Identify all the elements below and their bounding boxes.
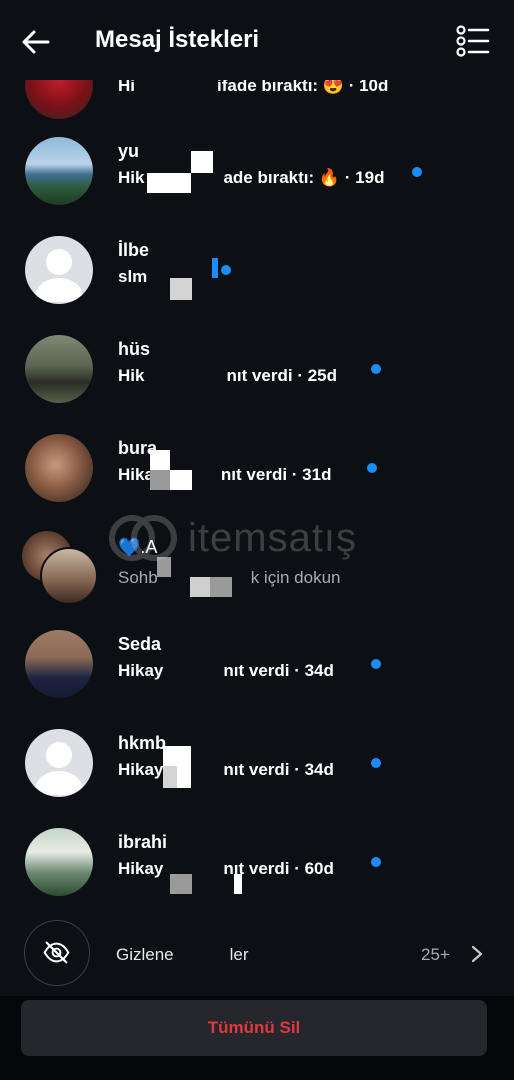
- avatar-group-front: [40, 547, 98, 605]
- avatar: [25, 828, 93, 896]
- unread-dot: [221, 265, 231, 275]
- list-item[interactable]: ibrahi Hikay nıt verdi · 60d: [0, 812, 514, 911]
- sender-name: Seda: [118, 634, 162, 654]
- hidden-requests-row[interactable]: Gizlene ler 25+: [0, 905, 514, 1000]
- redaction-patch: [157, 557, 171, 577]
- redaction-patch: [177, 766, 191, 788]
- sender-name: yu: [118, 141, 140, 161]
- unread-dot: [371, 659, 381, 669]
- message-preview: Hikay nıt verdi · 34d: [118, 661, 334, 680]
- sender-name: hüs: [118, 339, 151, 359]
- avatar: [25, 236, 93, 304]
- redaction-patch: [170, 470, 192, 490]
- avatar: [25, 434, 93, 502]
- redaction-patch: [212, 258, 218, 278]
- redaction-patch: [150, 470, 170, 490]
- redaction-patch: [147, 173, 191, 193]
- redaction-patch: [170, 278, 192, 300]
- redaction-patch: [170, 874, 192, 894]
- message-preview: Hik nıt verdi · 25d: [118, 366, 337, 385]
- list-item[interactable]: hkmb Hikay nıt verdi · 34d: [0, 713, 514, 812]
- redaction-patch: [210, 577, 232, 597]
- sender-name: 💙.A: [118, 537, 158, 557]
- unread-dot: [412, 167, 422, 177]
- top-bar: Mesaj İstekleri: [0, 0, 514, 80]
- message-preview: Hikay nıt verdi · 34d: [118, 760, 334, 779]
- avatar: [25, 729, 93, 797]
- list-item[interactable]: 💙.A Sohb k için dokun: [0, 517, 514, 616]
- redaction-patch: [150, 450, 170, 470]
- eye-off-icon-circle: [24, 920, 90, 986]
- filter-list-icon[interactable]: [456, 24, 490, 58]
- avatar: [25, 137, 93, 205]
- list-item[interactable]: hüs Hik nıt verdi · 25d: [0, 319, 514, 418]
- unread-dot: [371, 857, 381, 867]
- delete-all-button[interactable]: Tümünü Sil: [21, 1000, 487, 1056]
- unread-dot: [371, 758, 381, 768]
- list-item[interactable]: İlbe slm: [0, 220, 514, 319]
- chevron-right-icon: [471, 945, 483, 963]
- message-preview: slm: [118, 267, 148, 286]
- hidden-requests-count: 25+: [421, 945, 450, 964]
- hidden-requests-label: Gizlene ler: [116, 945, 249, 964]
- eye-off-icon: [43, 941, 70, 964]
- message-preview: Hikay nıt verdi · 60d: [118, 859, 334, 878]
- page-title: Mesaj İstekleri: [95, 26, 260, 53]
- back-arrow-icon[interactable]: [18, 24, 54, 60]
- list-item[interactable]: bura Hika nıt verdi · 31d: [0, 418, 514, 517]
- footer-bar: Tümünü Sil: [0, 996, 514, 1080]
- list-item[interactable]: Seda Hikay nıt verdi · 34d: [0, 614, 514, 713]
- sender-name: İlbe: [118, 240, 150, 260]
- avatar: [25, 630, 93, 698]
- list-item[interactable]: yu Hik ade bıraktı: 🔥 · 19d: [0, 121, 514, 220]
- redaction-patch: [190, 577, 210, 597]
- avatar: [25, 335, 93, 403]
- redaction-patch: [163, 746, 191, 766]
- redaction-patch: [234, 874, 242, 894]
- unread-dot: [367, 463, 377, 473]
- sender-name: hkmb: [118, 733, 167, 753]
- redaction-patch: [191, 151, 213, 173]
- unread-dot: [371, 364, 381, 374]
- sender-name: ibrahi: [118, 832, 168, 852]
- redaction-patch: [163, 766, 177, 788]
